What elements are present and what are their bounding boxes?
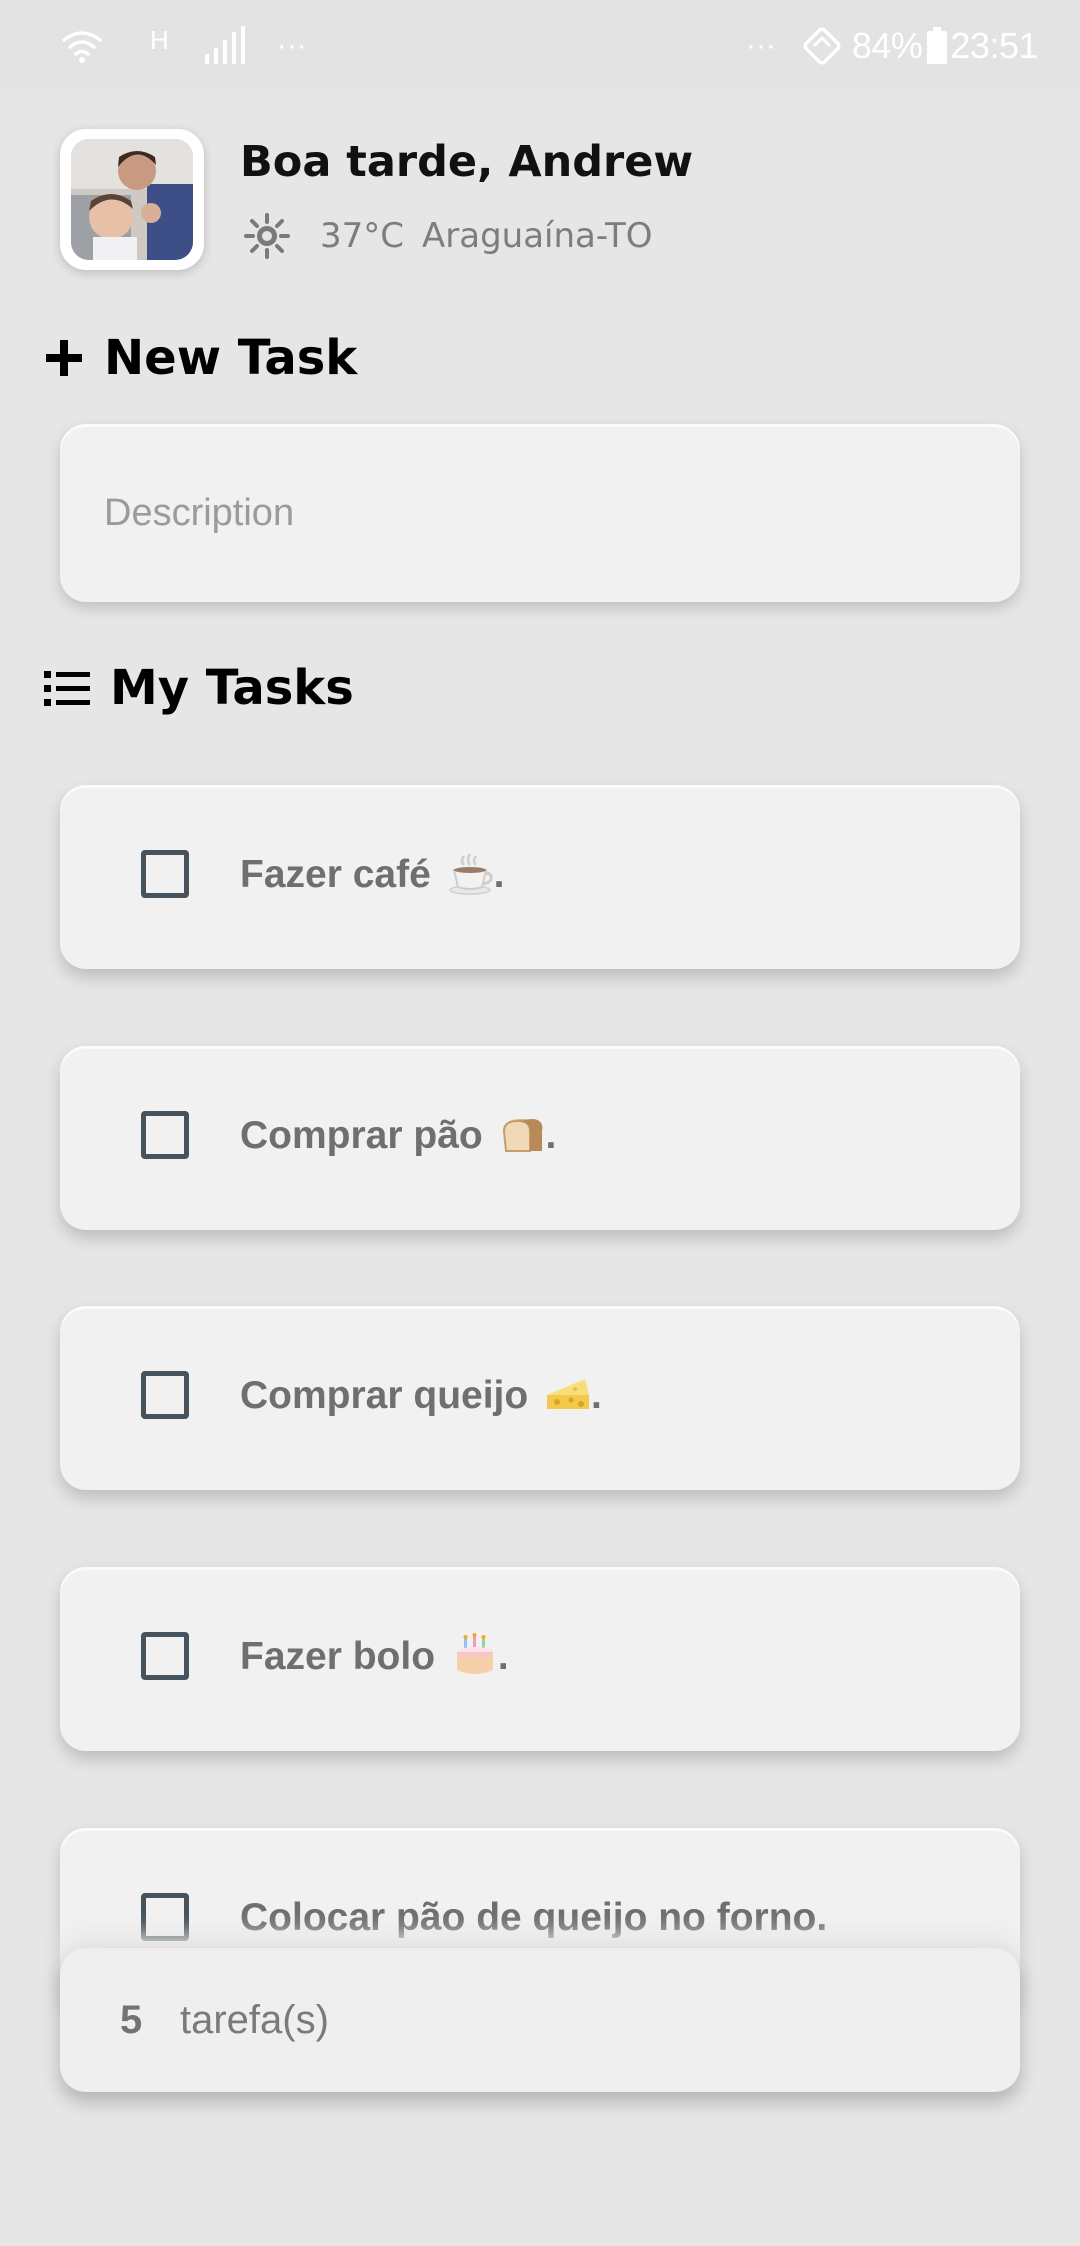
clock: 23:51 [950, 25, 1038, 66]
status-bar: H ··· ··· 84% 23:51 [0, 0, 1080, 88]
wifi-icon [60, 24, 104, 68]
task-card[interactable]: Comprar pão . [60, 1046, 1020, 1230]
task-label: Fazer bolo [240, 1635, 436, 1678]
weather: 37°C Araguaína-TO [244, 208, 653, 264]
status-bar-right: ··· 84% 23:51 [745, 18, 1039, 74]
task-count-label: tarefa(s) [180, 1998, 329, 2042]
battery-percent: 84% [851, 25, 923, 66]
task-suffix: . [545, 1114, 557, 1157]
task-card[interactable]: Fazer café . [60, 785, 1020, 969]
nfc-icon [800, 24, 844, 68]
my-tasks-heading: My Tasks [44, 652, 354, 724]
task-label: Fazer café [240, 853, 431, 896]
task-suffix: . [591, 1374, 602, 1417]
signal-icon [203, 26, 247, 66]
task-label: Colocar pão de queijo no forno. [240, 1896, 828, 1939]
task-checkbox[interactable] [141, 1111, 189, 1159]
list-icon [44, 668, 90, 708]
h-network-icon: H [150, 25, 169, 55]
my-tasks-title: My Tasks [110, 660, 354, 716]
task-checkbox[interactable] [141, 1893, 189, 1941]
cheese-icon [545, 1371, 591, 1417]
avatar-photo [71, 139, 193, 260]
status-dots-left: ··· [276, 29, 307, 62]
task-suffix: . [493, 853, 505, 896]
status-dots-right: ··· [745, 29, 776, 62]
coffee-icon [448, 850, 494, 896]
task-card[interactable]: Comprar queijo . [60, 1306, 1020, 1490]
battery-icon [926, 27, 948, 65]
task-checkbox[interactable] [141, 1371, 189, 1419]
plus-icon [44, 338, 84, 378]
task-text: Colocar pão de queijo no forno. [240, 1886, 827, 1950]
task-text: Fazer café . [240, 843, 504, 907]
avatar[interactable] [60, 129, 204, 270]
task-suffix: . [497, 1635, 509, 1678]
task-count: 5 [120, 1998, 143, 2042]
task-card[interactable]: Fazer bolo . [60, 1567, 1020, 1751]
task-text: Fazer bolo . [240, 1625, 509, 1689]
new-task-heading: New Task [44, 322, 357, 394]
task-label: Comprar queijo [240, 1374, 529, 1417]
bread-icon [500, 1111, 546, 1157]
task-label: Comprar pão [240, 1114, 483, 1157]
cake-icon [452, 1632, 498, 1678]
task-counter: 5 tarefa(s) [60, 1948, 1020, 2092]
task-text: Comprar queijo . [240, 1364, 602, 1428]
new-task-title: New Task [104, 330, 358, 386]
city: Araguaína-TO [422, 216, 653, 256]
sun-icon [244, 213, 290, 259]
task-text: Comprar pão . [240, 1104, 556, 1168]
greeting: Boa tarde, Andrew [240, 137, 694, 187]
task-checkbox[interactable] [141, 1632, 189, 1680]
task-checkbox[interactable] [141, 850, 189, 898]
temperature: 37°C [320, 216, 405, 256]
description-card [60, 424, 1020, 602]
description-input[interactable] [104, 424, 974, 602]
status-bar-left: H ··· [60, 18, 307, 74]
